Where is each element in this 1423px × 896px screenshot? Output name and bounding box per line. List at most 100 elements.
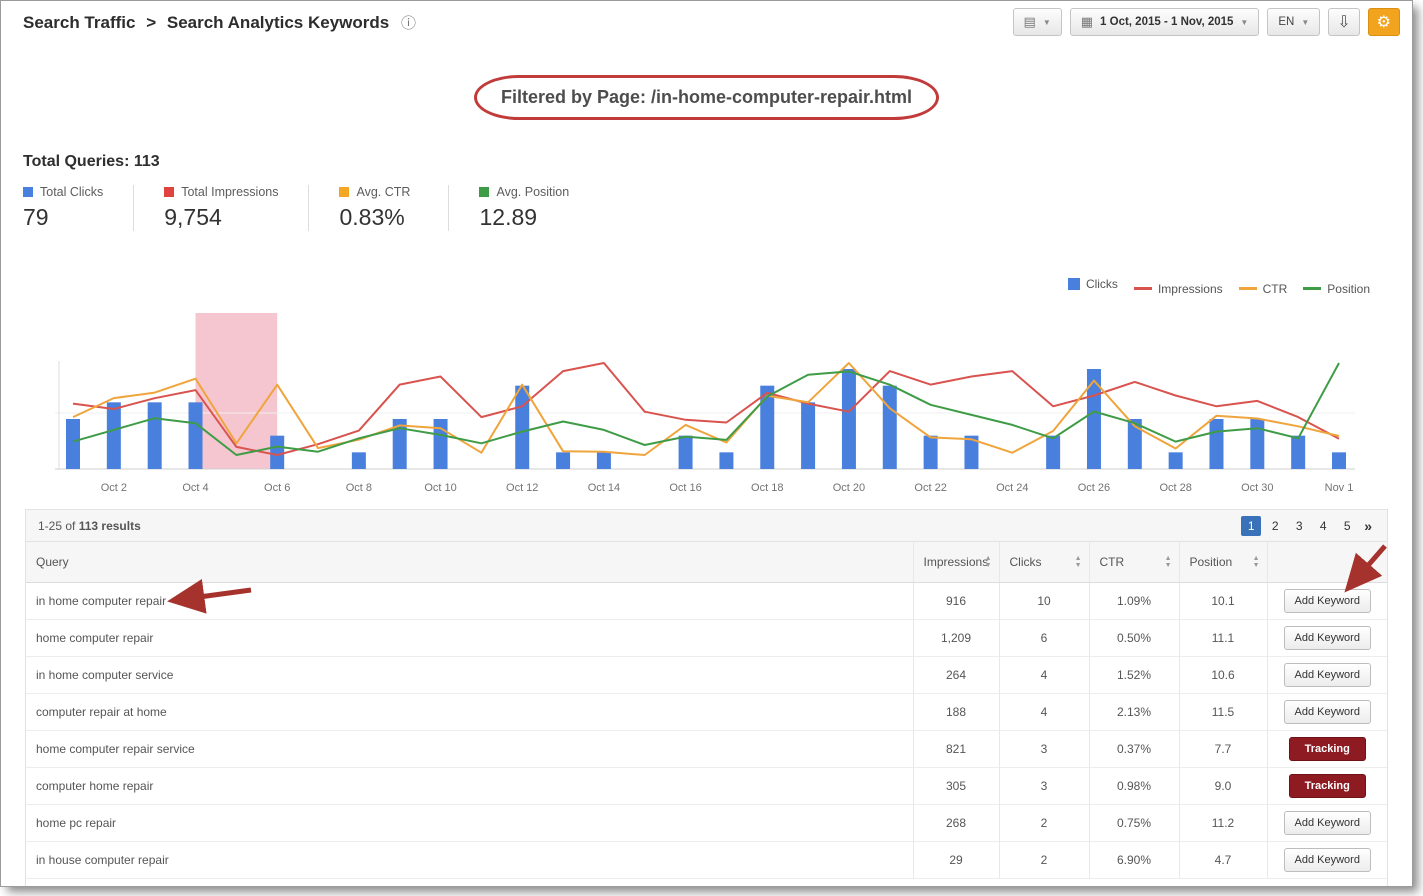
sort-icons[interactable]: ▲▼: [985, 555, 992, 569]
page-button[interactable]: 3: [1289, 516, 1309, 536]
add-keyword-button[interactable]: Add Keyword: [1284, 626, 1371, 650]
calendar-icon: ▦: [1081, 14, 1093, 30]
language-button[interactable]: EN ▼: [1267, 8, 1320, 36]
legend-marker: [1068, 278, 1080, 290]
results-bar: 1-25 of 113 results 12345»: [26, 510, 1387, 542]
metric: Avg. Position12.89: [479, 185, 599, 231]
next-page-button[interactable]: »: [1361, 518, 1375, 534]
position-cell: 11.5: [1179, 693, 1267, 730]
sort-asc-icon[interactable]: ▲: [1165, 555, 1172, 562]
impressions-cell: 188: [913, 693, 999, 730]
impressions-cell: 305: [913, 767, 999, 804]
page-button[interactable]: 5: [1337, 516, 1357, 536]
legend-item[interactable]: CTR: [1239, 282, 1288, 296]
topbar-actions: ▤ ▼ ▦ 1 Oct, 2015 - 1 Nov, 2015 ▼ EN ▼ ⇩…: [1013, 8, 1400, 36]
svg-text:Oct 30: Oct 30: [1241, 482, 1273, 494]
svg-text:Oct 10: Oct 10: [424, 482, 456, 494]
page-title: Search Analytics Keywords: [167, 13, 389, 32]
traffic-chart: Oct 2Oct 4Oct 6Oct 8Oct 10Oct 12Oct 14Oc…: [55, 305, 1355, 505]
column-position-label: Position: [1190, 555, 1233, 569]
legend-item[interactable]: Impressions: [1134, 282, 1223, 296]
sort-asc-icon[interactable]: ▲: [1253, 555, 1260, 562]
tracking-button[interactable]: Tracking: [1289, 737, 1366, 761]
sort-desc-icon[interactable]: ▼: [1165, 562, 1172, 569]
svg-text:Oct 20: Oct 20: [833, 482, 865, 494]
clicks-cell: 10: [999, 582, 1089, 619]
sort-icons[interactable]: ▲▼: [1075, 555, 1082, 569]
info-icon[interactable]: ⓘ: [401, 15, 416, 32]
legend-item[interactable]: Position: [1303, 282, 1370, 296]
metric-swatch: [479, 187, 489, 197]
metrics-row: Total Clicks79Total Impressions9,754Avg.…: [23, 185, 1390, 231]
add-keyword-button[interactable]: Add Keyword: [1284, 811, 1371, 835]
metric-label: Total Clicks: [40, 185, 103, 199]
svg-text:Oct 16: Oct 16: [669, 482, 701, 494]
download-button[interactable]: ⇩: [1328, 8, 1359, 36]
query-cell: in home computer repair: [26, 582, 913, 619]
column-clicks[interactable]: Clicks ▲▼: [999, 542, 1089, 582]
date-range-button[interactable]: ▦ 1 Oct, 2015 - 1 Nov, 2015 ▼: [1070, 8, 1260, 36]
page-button[interactable]: 4: [1313, 516, 1333, 536]
filter-annotation: Filtered by Page: /in-home-computer-repa…: [1, 75, 1412, 120]
sort-desc-icon[interactable]: ▼: [1075, 562, 1082, 569]
ctr-cell: 0.37%: [1089, 730, 1179, 767]
metric: Avg. CTR0.83%: [339, 185, 449, 231]
settings-button[interactable]: ⚙: [1368, 8, 1400, 36]
summary-section: Total Queries: 113 Total Clicks79Total I…: [23, 153, 1390, 231]
results-range: 1-25 of: [38, 519, 75, 533]
sort-asc-icon[interactable]: ▲: [1075, 555, 1082, 562]
column-query: Query: [26, 542, 913, 582]
chevron-down-icon: ▼: [1240, 18, 1248, 27]
keywords-table-body: in home computer repair916101.09%10.1Add…: [26, 582, 1387, 878]
query-cell: computer home repair: [26, 767, 913, 804]
sort-asc-icon[interactable]: ▲: [985, 555, 992, 562]
page-button[interactable]: 2: [1265, 516, 1285, 536]
column-position[interactable]: Position ▲▼: [1179, 542, 1267, 582]
sort-icons[interactable]: ▲▼: [1165, 555, 1172, 569]
widgets-button[interactable]: ▤ ▼: [1013, 8, 1062, 36]
svg-text:Oct 24: Oct 24: [996, 482, 1028, 494]
filter-badge: Filtered by Page: /in-home-computer-repa…: [474, 75, 939, 120]
ctr-cell: 0.75%: [1089, 804, 1179, 841]
action-cell: Add Keyword: [1267, 693, 1387, 730]
svg-text:Oct 28: Oct 28: [1159, 482, 1191, 494]
svg-text:Oct 18: Oct 18: [751, 482, 783, 494]
action-cell: Add Keyword: [1267, 582, 1387, 619]
tracking-button[interactable]: Tracking: [1289, 774, 1366, 798]
column-impressions[interactable]: Impressions ▲▼: [913, 542, 999, 582]
column-ctr[interactable]: CTR ▲▼: [1089, 542, 1179, 582]
metric-label: Avg. Position: [496, 185, 569, 199]
keywords-table: Query Impressions ▲▼ Clicks ▲▼ CTR ▲▼: [26, 542, 1387, 878]
svg-text:Oct 4: Oct 4: [182, 482, 208, 494]
clicks-cell: 3: [999, 730, 1089, 767]
sort-desc-icon[interactable]: ▼: [985, 562, 992, 569]
legend-item[interactable]: Clicks: [1068, 277, 1118, 291]
sort-desc-icon[interactable]: ▼: [1253, 562, 1260, 569]
add-keyword-button[interactable]: Add Keyword: [1284, 700, 1371, 724]
metric-swatch: [339, 187, 349, 197]
clicks-cell: 4: [999, 656, 1089, 693]
column-query-label: Query: [36, 555, 69, 569]
sort-icons[interactable]: ▲▼: [1253, 555, 1260, 569]
svg-text:Nov 1: Nov 1: [1325, 482, 1354, 494]
add-keyword-button[interactable]: Add Keyword: [1284, 848, 1371, 872]
legend-marker: [1239, 287, 1257, 290]
results-total: 113 results: [79, 519, 141, 533]
position-cell: 11.2: [1179, 804, 1267, 841]
page-button[interactable]: 1: [1241, 516, 1261, 536]
chevron-down-icon: ▼: [1301, 18, 1309, 27]
add-keyword-button[interactable]: Add Keyword: [1284, 589, 1371, 613]
impressions-cell: 1,209: [913, 619, 999, 656]
language-label: EN: [1278, 16, 1294, 28]
ctr-cell: 1.09%: [1089, 582, 1179, 619]
add-keyword-button[interactable]: Add Keyword: [1284, 663, 1371, 687]
gear-icon: ⚙: [1377, 12, 1391, 32]
table-row: computer home repair30530.98%9.0Tracking: [26, 767, 1387, 804]
table-row: home computer repair1,20960.50%11.1Add K…: [26, 619, 1387, 656]
metric-swatch: [164, 187, 174, 197]
breadcrumb-section[interactable]: Search Traffic: [23, 13, 135, 32]
ctr-cell: 6.90%: [1089, 841, 1179, 878]
impressions-cell: 916: [913, 582, 999, 619]
table-row: in home computer service26441.52%10.6Add…: [26, 656, 1387, 693]
position-cell: 10.6: [1179, 656, 1267, 693]
